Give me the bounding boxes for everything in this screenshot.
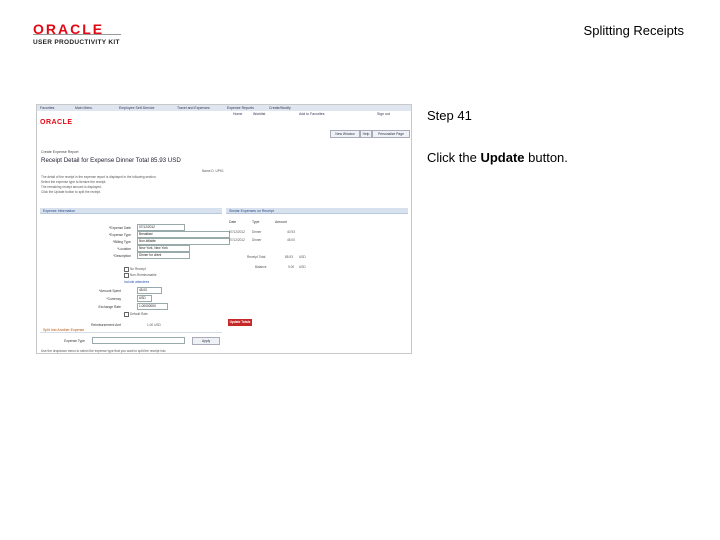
update-totals-button[interactable]: Update Totals xyxy=(228,319,252,326)
checkbox-label: No Receipt xyxy=(130,267,146,271)
intro-line: The detail of the receipt in the expense… xyxy=(41,175,157,179)
help-button[interactable]: Help xyxy=(360,130,372,138)
app-logo: ORACLE xyxy=(40,119,73,126)
nav-item[interactable]: Create/Modify xyxy=(269,106,291,110)
new-window-button[interactable]: New Window xyxy=(330,130,360,138)
field-label: *Amount Spent xyxy=(98,289,121,293)
default-rate-checkbox[interactable] xyxy=(124,312,129,317)
nav-item[interactable]: Expense Reports xyxy=(227,106,254,110)
exchange-rate-input[interactable]: 1.00000000 xyxy=(137,303,168,310)
application-screenshot: Favorites Main Menu Employee Self-Servic… xyxy=(36,104,412,354)
similar-expenses-label: Similar Expenses on Receipt xyxy=(229,209,274,213)
row-type: Dinner xyxy=(252,230,262,234)
upk-product-name: USER PRODUCTIVITY KIT xyxy=(33,39,120,46)
field-label: *Currency xyxy=(106,297,121,301)
expense-information-label: Expense Information xyxy=(43,209,76,213)
field-label: *Description xyxy=(113,254,131,258)
sub-nav-item[interactable]: Sign out xyxy=(377,112,390,116)
location-input[interactable]: New York, New York xyxy=(137,245,190,252)
field-label: *Location xyxy=(117,247,131,251)
row-date: 07/12/2012 xyxy=(229,230,245,234)
step-number: Step 41 xyxy=(427,108,472,123)
nav-item[interactable]: Travel and Expenses xyxy=(177,106,210,110)
billing-type-select[interactable]: Non-billable xyxy=(137,238,230,245)
document-title: Splitting Receipts xyxy=(583,23,684,38)
field-label: *Expense Type xyxy=(108,233,131,237)
balance-label: Balance xyxy=(255,265,267,269)
checkbox-label: Default Rate xyxy=(130,312,148,316)
field-label: *Expense Date xyxy=(109,226,131,230)
column-header: Date xyxy=(229,220,237,224)
intro-line: Select the expense type to itemize the r… xyxy=(41,180,107,184)
expense-information-bar[interactable]: Expense Information xyxy=(40,208,222,214)
split-expense-label: Split Into Another Expense xyxy=(43,328,85,332)
column-header: Amount xyxy=(275,220,287,224)
row-amount: 40.93 xyxy=(287,230,295,234)
nav-item[interactable]: Favorites xyxy=(40,106,54,110)
split-expense-type-select[interactable] xyxy=(92,337,185,344)
intro-line: Click the Update button to split the rec… xyxy=(41,190,101,194)
apply-button[interactable]: Apply xyxy=(192,337,220,345)
row-amount: 45.00 xyxy=(287,238,295,242)
sub-nav-item[interactable]: Add to Favorites xyxy=(299,112,324,116)
amount-spent-input[interactable]: 45.00 xyxy=(137,287,162,294)
non-reimbursable-checkbox[interactable] xyxy=(124,273,129,278)
instruction-suffix: button. xyxy=(524,150,568,165)
footer-note: Use the dropdown menu to select the expe… xyxy=(41,349,167,353)
field-label: *Billing Type xyxy=(112,240,131,244)
similar-expenses-bar[interactable]: Similar Expenses on Receipt xyxy=(226,208,408,214)
expense-type-select[interactable]: Breakfast xyxy=(137,231,230,238)
receipt-total-label: Receipt Total xyxy=(247,255,266,259)
personalize-page-button[interactable]: Personalize Page xyxy=(372,130,410,138)
app-nav-bar xyxy=(37,105,411,111)
row-type: Dinner xyxy=(252,238,262,242)
sub-nav-item[interactable]: Home xyxy=(233,112,242,116)
section-header: Create Expense Report xyxy=(41,150,79,154)
step-instruction: Click the Update button. xyxy=(427,150,568,165)
include-attendees-link[interactable]: Include attendees xyxy=(124,280,149,284)
split-type-label: Expense Type xyxy=(64,339,85,343)
logo-divider xyxy=(33,34,121,35)
nav-item[interactable]: Main Menu xyxy=(75,106,92,110)
checkbox-label: Non-Reimbursable xyxy=(130,273,157,277)
receipt-total-currency: USD xyxy=(299,255,306,259)
currency-input[interactable]: USD xyxy=(137,295,152,302)
balance-currency: USD xyxy=(299,265,306,269)
page-title: Receipt Detail for Expense Dinner Total … xyxy=(41,157,181,164)
report-name: Name D. UPK1 xyxy=(202,169,224,173)
column-header: Type xyxy=(252,220,260,224)
expense-date-input[interactable]: 07/12/2012 xyxy=(137,224,185,231)
receipt-total-value: 85.93 xyxy=(285,255,293,259)
description-input[interactable]: Dinner for client xyxy=(137,252,190,259)
split-expense-bar[interactable]: Split Into Another Expense xyxy=(40,327,222,333)
instruction-target: Update xyxy=(480,150,525,165)
no-receipt-checkbox[interactable] xyxy=(124,267,129,272)
instruction-prefix: Click the xyxy=(427,150,481,165)
balance-value: 0.00 xyxy=(288,265,295,269)
intro-line: The remaining receipt amount is displaye… xyxy=(41,185,102,189)
sub-nav-item[interactable]: Worklist xyxy=(253,112,265,116)
field-label: Exchange Rate xyxy=(98,305,121,309)
row-date: 07/12/2012 xyxy=(229,238,245,242)
nav-item[interactable]: Employee Self-Service xyxy=(119,106,154,110)
